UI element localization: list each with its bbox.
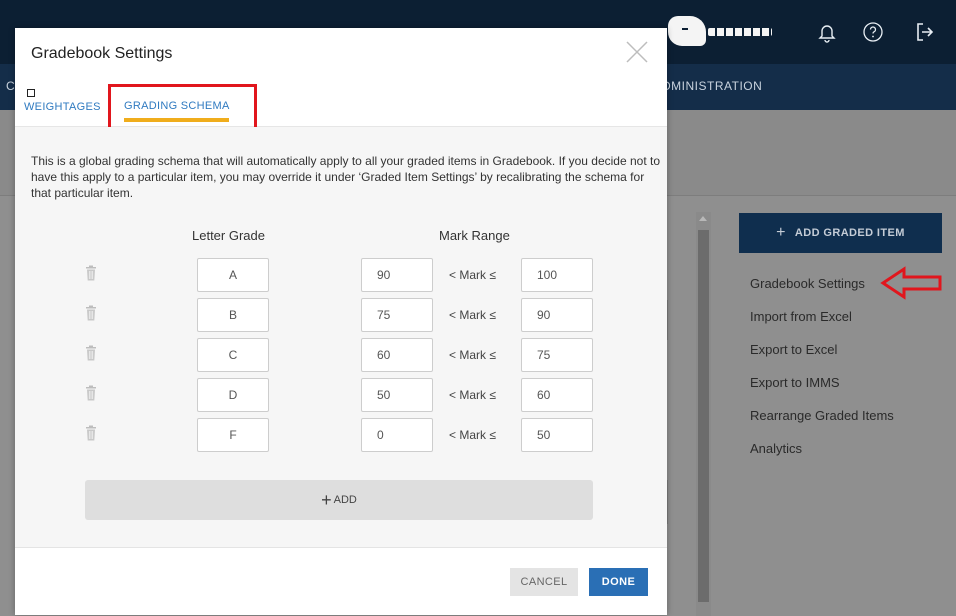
add-graded-item-label: ADD GRADED ITEM xyxy=(794,227,905,239)
gradebook-settings-dialog: Gradebook Settings WEIGHTAGES GRADING SC… xyxy=(15,28,667,615)
add-grade-row-label: ADD xyxy=(333,494,357,506)
mark-separator: < Mark ≤ xyxy=(449,388,496,402)
dialog-title: Gradebook Settings xyxy=(31,45,173,62)
done-button[interactable]: DONE xyxy=(589,568,648,596)
trash-icon[interactable] xyxy=(85,385,97,401)
logout-icon[interactable] xyxy=(914,21,936,43)
plus-icon: + xyxy=(321,490,332,510)
menu-item-export-imms[interactable]: Export to IMMS xyxy=(750,374,894,407)
add-grade-row-button[interactable]: + ADD xyxy=(85,480,593,520)
letter-grade-input[interactable] xyxy=(197,338,269,372)
mark-max-input[interactable] xyxy=(521,418,593,452)
bell-icon[interactable] xyxy=(816,21,838,43)
checkbox-icon xyxy=(27,89,35,97)
mark-min-input[interactable] xyxy=(361,298,433,332)
mark-separator: < Mark ≤ xyxy=(449,268,496,282)
nav-item-administration[interactable]: DMINISTRATION xyxy=(662,79,762,93)
nav-item-fragment[interactable]: C xyxy=(6,79,15,93)
menu-item-export-excel[interactable]: Export to Excel xyxy=(750,341,894,374)
dialog-body: This is a global grading schema that wil… xyxy=(15,127,667,547)
mark-min-input[interactable] xyxy=(361,378,433,412)
help-circle-icon[interactable] xyxy=(862,21,884,43)
mark-max-input[interactable] xyxy=(521,258,593,292)
mark-separator: < Mark ≤ xyxy=(449,308,496,322)
letter-grade-input[interactable] xyxy=(197,298,269,332)
menu-item-import-excel[interactable]: Import from Excel xyxy=(750,308,894,341)
letter-grade-input[interactable] xyxy=(197,378,269,412)
grade-row: < Mark ≤ xyxy=(15,255,667,295)
trash-icon[interactable] xyxy=(85,425,97,441)
cancel-button[interactable]: CANCEL xyxy=(510,568,578,596)
mark-min-input[interactable] xyxy=(361,338,433,372)
menu-item-analytics[interactable]: Analytics xyxy=(750,440,894,473)
mark-max-input[interactable] xyxy=(521,298,593,332)
mark-range-header: Mark Range xyxy=(439,228,510,243)
avatar xyxy=(668,16,706,46)
letter-grade-input[interactable] xyxy=(197,418,269,452)
annotation-arrow-icon xyxy=(880,266,942,300)
mark-max-input[interactable] xyxy=(521,378,593,412)
dialog-tabs: WEIGHTAGES GRADING SCHEMA xyxy=(15,83,667,136)
mark-separator: < Mark ≤ xyxy=(449,348,496,362)
scroll-up-icon[interactable] xyxy=(699,216,707,221)
dialog-footer: CANCEL DONE xyxy=(15,547,667,615)
scrollbar-thumb[interactable] xyxy=(698,230,709,602)
mark-max-input[interactable] xyxy=(521,338,593,372)
grade-row: < Mark ≤ xyxy=(15,295,667,335)
grade-row: < Mark ≤ xyxy=(15,375,667,415)
mark-min-input[interactable] xyxy=(361,258,433,292)
grade-row: < Mark ≤ xyxy=(15,335,667,375)
add-graded-item-button[interactable]: + ADD GRADED ITEM xyxy=(739,213,942,253)
trash-icon[interactable] xyxy=(85,265,97,281)
mark-separator: < Mark ≤ xyxy=(449,428,496,442)
schema-description: This is a global grading schema that wil… xyxy=(31,154,661,200)
user-name-redacted xyxy=(708,28,772,36)
grade-row: < Mark ≤ xyxy=(15,415,667,455)
plus-icon: + xyxy=(776,224,786,241)
tab-weightages[interactable]: WEIGHTAGES xyxy=(24,101,101,113)
user-profile[interactable] xyxy=(668,16,776,48)
close-icon[interactable] xyxy=(625,40,649,64)
trash-icon[interactable] xyxy=(85,305,97,321)
trash-icon[interactable] xyxy=(85,345,97,361)
letter-grade-input[interactable] xyxy=(197,258,269,292)
letter-grade-header: Letter Grade xyxy=(192,228,265,243)
menu-item-gradebook-settings[interactable]: Gradebook Settings xyxy=(750,275,894,308)
menu-item-rearrange[interactable]: Rearrange Graded Items xyxy=(750,407,894,440)
gradebook-side-menu: Gradebook Settings Import from Excel Exp… xyxy=(750,275,894,473)
mark-min-input[interactable] xyxy=(361,418,433,452)
dialog-header: Gradebook Settings xyxy=(15,28,667,83)
